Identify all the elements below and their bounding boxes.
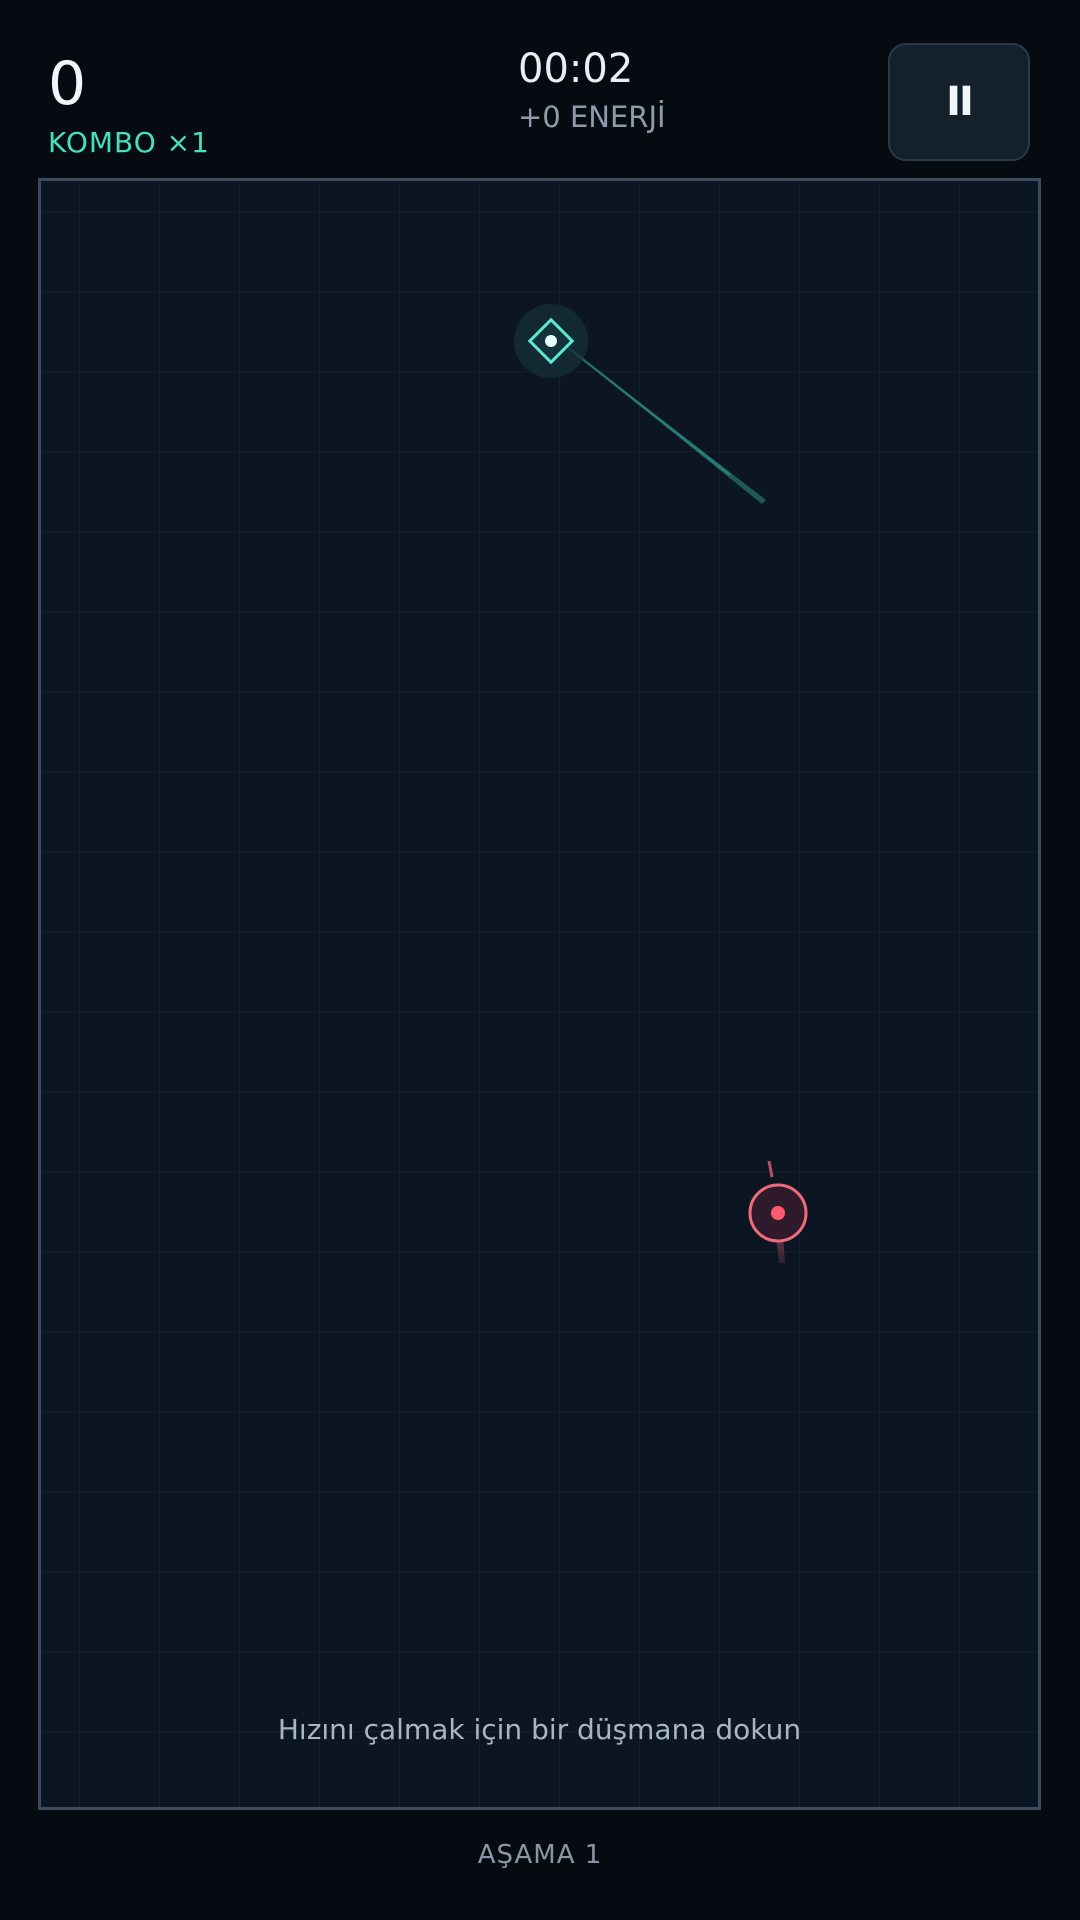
timer: 00:02 <box>518 46 634 92</box>
player-ship[interactable] <box>514 304 588 378</box>
stage-label: AŞAMA 1 <box>477 1840 603 1870</box>
enemy-core <box>771 1206 785 1220</box>
hint-text: Hızını çalmak için bir düşmana dokun <box>277 1713 802 1746</box>
combo-label: KOMBO ×1 <box>48 126 210 159</box>
pause-button[interactable]: II <box>888 43 1030 161</box>
enemy-unit[interactable] <box>748 1160 808 1263</box>
player-core <box>545 335 557 347</box>
score-value: 0 <box>48 49 87 119</box>
enemy-heading-line <box>767 1160 774 1178</box>
game-arena[interactable]: Hızını çalmak için bir düşmana dokun <box>38 178 1041 1810</box>
energy-counter: +0 ENERJİ <box>518 100 666 134</box>
arena-canvas <box>514 304 808 1263</box>
hud: 0 KOMBO ×1 00:02 +0 ENERJİ II <box>0 0 1080 178</box>
pause-icon: II <box>946 79 974 125</box>
